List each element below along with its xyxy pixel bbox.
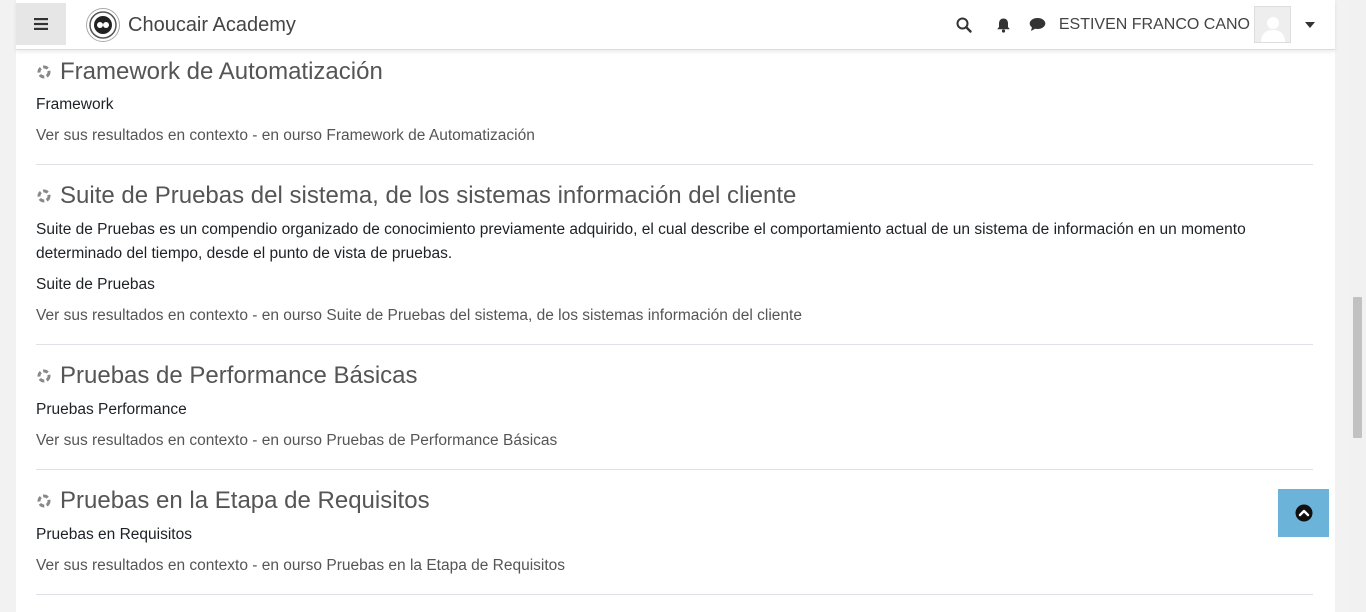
result-category: Pruebas Performance: [36, 401, 187, 418]
course-icon: [36, 493, 52, 509]
site-name[interactable]: Choucair Academy: [128, 14, 296, 37]
result-title-text[interactable]: Framework de Automatización: [60, 58, 383, 86]
result-title-text[interactable]: Pruebas de Performance Básicas: [60, 362, 418, 390]
course-icon: [36, 368, 52, 384]
search-icon[interactable]: [954, 15, 974, 35]
chevron-down-icon[interactable]: [1293, 15, 1327, 35]
user-nav: ESTIVEN FRANCO CANO: [954, 0, 1335, 49]
result-category: Framework: [36, 96, 114, 113]
site-brand-link[interactable]: Choucair Academy: [86, 8, 296, 42]
page-scrollbar[interactable]: [1349, 0, 1366, 612]
result-title[interactable]: Pruebas en la Etapa de Requisitos: [36, 487, 430, 515]
course-icon: [36, 64, 52, 80]
chat-bubble-icon[interactable]: [1028, 15, 1048, 35]
result-description: Suite de Pruebas es un compendio organiz…: [36, 221, 1246, 262]
academy-logo: [86, 8, 120, 42]
course-icon: [36, 188, 52, 204]
divider: [36, 164, 1313, 165]
result-title[interactable]: Pruebas de Performance Básicas: [36, 362, 418, 390]
back-to-top-button[interactable]: [1278, 489, 1329, 537]
top-navbar: Choucair Academy ESTIVEN FRANCO CANO: [16, 0, 1335, 50]
result-context-link[interactable]: Ver sus resultados en contexto - en ours…: [36, 557, 565, 575]
user-name[interactable]: ESTIVEN FRANCO CANO: [1059, 16, 1250, 34]
search-results-page: Framework de Automatización Framework Ve…: [16, 0, 1335, 612]
result-category: Pruebas en Requisitos: [36, 526, 192, 543]
scrollbar-thumb[interactable]: [1353, 297, 1362, 438]
arrow-up-circle-icon: [1295, 504, 1312, 522]
hamburger-icon: [34, 18, 48, 30]
divider: [36, 344, 1313, 345]
nav-drawer-toggle-button[interactable]: [16, 3, 66, 45]
divider: [36, 594, 1313, 595]
result-title-text[interactable]: Suite de Pruebas del sistema, de los sis…: [60, 182, 796, 210]
result-context-link[interactable]: Ver sus resultados en contexto - en ours…: [36, 307, 802, 325]
result-context-link[interactable]: Ver sus resultados en contexto - en ours…: [36, 127, 535, 145]
result-category: Suite de Pruebas: [36, 276, 155, 293]
result-title[interactable]: Framework de Automatización: [36, 58, 383, 86]
result-title-text[interactable]: Pruebas en la Etapa de Requisitos: [60, 487, 430, 515]
result-title[interactable]: Suite de Pruebas del sistema, de los sis…: [36, 182, 796, 210]
divider: [36, 469, 1313, 470]
avatar[interactable]: [1254, 6, 1291, 43]
bell-icon[interactable]: [994, 15, 1014, 35]
result-context-link[interactable]: Ver sus resultados en contexto - en ours…: [36, 432, 557, 450]
